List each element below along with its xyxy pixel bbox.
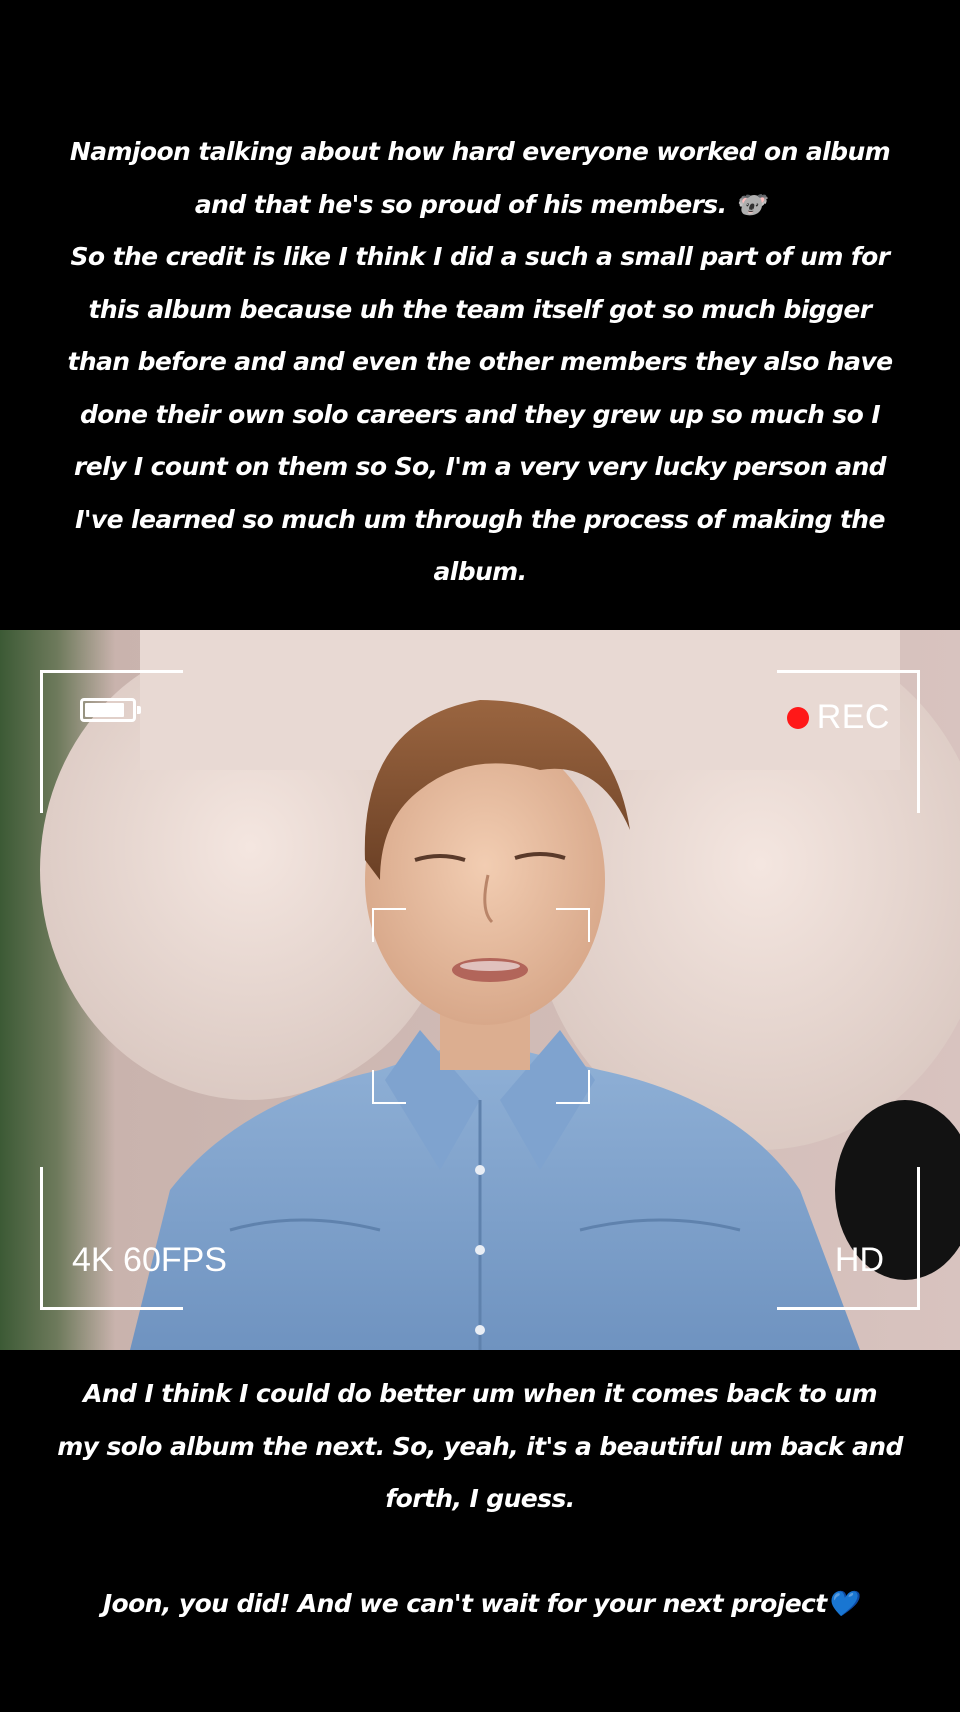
viewfinder-corner-top-right <box>777 670 920 813</box>
focus-bracket-bottom-right <box>556 1070 590 1104</box>
viewfinder-corner-bottom-right <box>777 1167 920 1310</box>
record-label: REC <box>816 698 890 736</box>
record-dot-icon <box>786 706 809 729</box>
quality-label: HD <box>834 1241 884 1279</box>
focus-bracket-top-left <box>372 908 406 942</box>
battery-icon <box>80 698 141 722</box>
caption-top: Namjoon talking about how hard everyone … <box>67 137 893 586</box>
battery-level <box>85 703 124 717</box>
viewfinder-corner-top-left <box>40 670 183 813</box>
viewfinder-corner-bottom-left <box>40 1167 183 1310</box>
caption-closing: Joon, you did! And we can't wait for you… <box>102 1589 858 1618</box>
battery-tip <box>137 706 141 714</box>
focus-bracket-bottom-left <box>372 1070 406 1104</box>
record-indicator: REC <box>786 698 890 737</box>
focus-bracket-top-right <box>556 908 590 942</box>
video-frame[interactable]: REC 4K 60FPS HD <box>0 630 960 1350</box>
resolution-label: 4K 60FPS <box>72 1241 227 1279</box>
caption-bottom: And I think I could do better um when it… <box>57 1379 903 1513</box>
